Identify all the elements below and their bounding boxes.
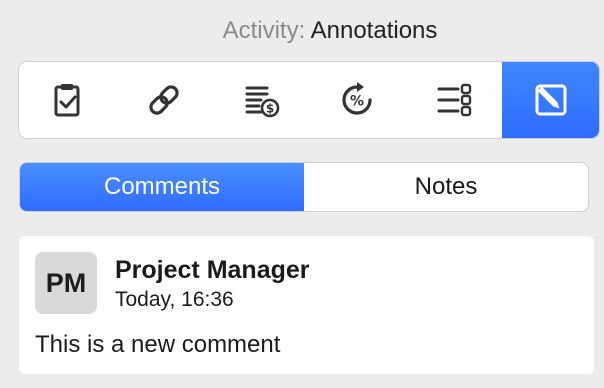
percent-refresh-icon: % [342,82,372,115]
activity-toolbar: $ % [18,61,600,139]
link-icon [149,85,179,115]
cost-list-icon: $ [245,86,279,118]
comment-author: Project Manager [115,256,310,284]
pencil-edit-icon [535,84,567,116]
tab-comments[interactable]: Comments [20,163,304,211]
comment-card: PM Project Manager Today, 16:36 This is … [19,236,594,374]
tool-button-clipboard[interactable] [19,62,116,138]
tool-button-progress[interactable]: % [309,62,406,138]
tab-notes[interactable]: Notes [304,163,588,211]
tool-button-cost[interactable]: $ [212,62,309,138]
tool-button-annotations[interactable] [502,62,599,138]
activity-value: Annotations [310,17,438,44]
comments-notes-switch: Comments Notes [19,162,589,212]
comment-text: This is a new comment [35,331,281,358]
clipboard-check-icon [54,84,80,117]
checklist-icon [437,83,472,117]
avatar: PM [35,252,97,314]
tool-button-link[interactable] [116,62,213,138]
comment-timestamp: Today, 16:36 [115,288,234,311]
svg-text:$: $ [265,102,273,116]
svg-text:%: % [350,94,364,110]
activity-label: Activity: [222,17,306,44]
activity-header: Activity: Annotations [0,14,604,48]
tool-button-checklist[interactable] [406,62,503,138]
